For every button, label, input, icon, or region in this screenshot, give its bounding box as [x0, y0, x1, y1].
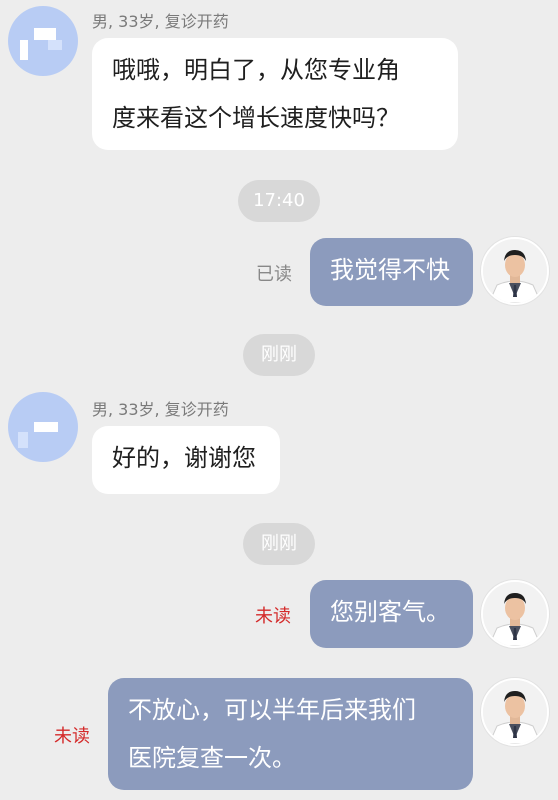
sender-info: 男, 33岁, 复诊开药 [92, 400, 229, 419]
patient-avatar[interactable] [8, 392, 78, 462]
outgoing-message-bubble[interactable]: 不放心，可以半年后来我们 医院复查一次。 [108, 678, 473, 790]
doctor-avatar[interactable] [481, 678, 549, 746]
message-text: 不放心，可以半年后来我们 [128, 696, 416, 724]
outgoing-message-bubble[interactable]: 您别客气。 [310, 580, 473, 648]
incoming-message-bubble[interactable]: 好的，谢谢您 [92, 426, 280, 494]
timestamp: 刚刚 [243, 334, 315, 376]
timestamp: 17:40 [238, 180, 320, 222]
doctor-photo-icon [483, 680, 547, 744]
message-text: 您别客气。 [330, 598, 450, 626]
unread-status: 未读 [255, 606, 291, 627]
message-text: 好的，谢谢您 [112, 444, 256, 472]
outgoing-message-bubble[interactable]: 我觉得不快 [310, 238, 473, 306]
incoming-message-bubble[interactable]: 哦哦，明白了，从您专业角 度来看这个增长速度快吗？ [92, 38, 458, 150]
doctor-avatar[interactable] [481, 580, 549, 648]
unread-status: 未读 [54, 726, 90, 747]
message-text: 我觉得不快 [330, 256, 450, 284]
message-text: 哦哦，明白了，从您专业角 [112, 56, 400, 84]
timestamp: 刚刚 [243, 523, 315, 565]
patient-avatar[interactable] [8, 6, 78, 76]
message-text: 度来看这个增长速度快吗？ [112, 104, 400, 132]
doctor-photo-icon [483, 239, 547, 303]
sender-info: 男, 33岁, 复诊开药 [92, 12, 229, 31]
message-text: 医院复查一次。 [128, 744, 296, 772]
doctor-photo-icon [483, 582, 547, 646]
doctor-avatar[interactable] [481, 237, 549, 305]
read-status: 已读 [256, 264, 292, 285]
